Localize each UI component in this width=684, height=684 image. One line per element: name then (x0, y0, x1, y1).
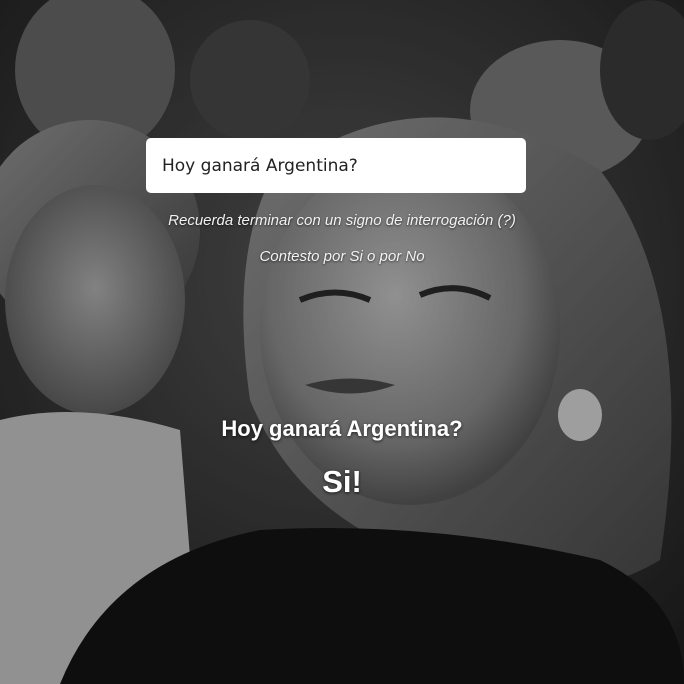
hint-question-mark: Recuerda terminar con un signo de interr… (168, 212, 516, 229)
hint-answer-format: Contesto por Si o por No (259, 248, 425, 265)
asked-question: Hoy ganará Argentina? (221, 416, 463, 441)
background-dim-overlay (0, 0, 684, 684)
answer-app: Recuerda terminar con un signo de interr… (0, 0, 684, 684)
answer-text: Si! (322, 464, 362, 499)
question-input[interactable] (146, 138, 526, 193)
